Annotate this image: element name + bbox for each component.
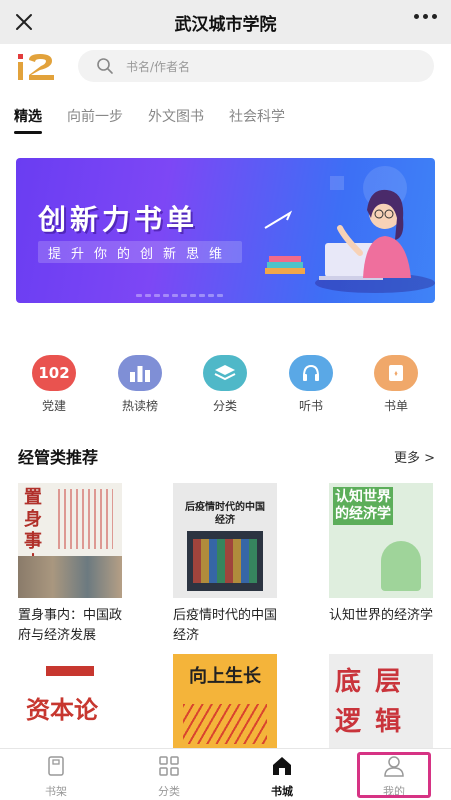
quick-link-category[interactable]: 分类 — [190, 355, 260, 414]
tab-featured[interactable]: 精选 — [14, 106, 42, 134]
book-cover: 底层逻辑 — [329, 654, 433, 748]
more-link[interactable]: 更多 > — [394, 447, 435, 466]
quick-link-ranking[interactable]: 热读榜 — [105, 355, 175, 414]
category-grid-icon — [159, 756, 179, 776]
search-placeholder: 书名/作者名 — [126, 59, 191, 74]
book-card[interactable]: 底层逻辑 — [329, 654, 433, 748]
section-header: 经管类推荐 更多 > — [18, 444, 435, 468]
book-cover: 资本论 — [18, 654, 122, 748]
title-bar: 武汉城市学院 — [0, 0, 451, 44]
quick-link-party[interactable]: 102 党建 — [19, 355, 89, 414]
tab-foreign-books[interactable]: 外文图书 — [148, 106, 204, 126]
nav-category[interactable]: 分类 — [139, 755, 199, 799]
book-card[interactable]: 后疫情时代的中国经济 后疫情时代的中国经济 — [173, 483, 277, 646]
quick-link-audiobook[interactable]: 听书 — [276, 355, 346, 414]
search-input[interactable]: 书名/作者名 — [78, 50, 434, 82]
booklist-icon — [374, 355, 418, 391]
book-card[interactable]: 认知世界的经济学 认知世界的经济学 — [329, 483, 433, 626]
book-card[interactable]: 置身事内 置身事内：中国政府与经济发展 — [18, 483, 122, 646]
book-title: 认知世界的经济学 — [329, 608, 434, 623]
more-options-icon[interactable] — [414, 14, 437, 19]
tab-social-science[interactable]: 社会科学 — [229, 106, 285, 126]
home-icon — [273, 757, 291, 775]
banner-subtitle: 提升你的创新思维 — [38, 241, 243, 263]
promo-banner[interactable]: 创新力书单 提升你的创新思维 — [16, 158, 435, 303]
headphones-icon — [289, 355, 333, 391]
book-cover: 后疫情时代的中国经济 — [173, 483, 277, 598]
layers-icon — [203, 355, 247, 391]
highlight-frame — [357, 752, 431, 798]
bookshelf-icon — [48, 756, 64, 776]
search-icon — [97, 58, 113, 74]
banner-pagination — [136, 294, 223, 297]
quick-link-booklist[interactable]: 书单 — [361, 355, 431, 414]
section-title: 经管类推荐 — [18, 448, 99, 467]
book-title: 置身事内：中国政府与经济发展 — [18, 608, 123, 643]
search-row: 书名/作者名 — [0, 44, 451, 90]
reader-illustration — [264, 166, 435, 293]
page-title: 武汉城市学院 — [174, 14, 277, 35]
nav-bookstore[interactable]: 书城 — [252, 755, 312, 799]
ranking-icon — [118, 355, 162, 391]
tab-step-forward[interactable]: 向前一步 — [67, 106, 123, 126]
book-cover: 认知世界的经济学 — [329, 483, 433, 598]
party-badge-icon: 102 — [32, 355, 76, 391]
close-icon[interactable] — [12, 10, 36, 34]
book-cover: 向上生长 — [173, 654, 277, 748]
book-card[interactable]: 向上生长 — [173, 654, 277, 748]
book-title: 后疫情时代的中国经济 — [173, 608, 278, 643]
book-cover: 置身事内 — [18, 483, 122, 598]
category-tabs: 精选 向前一步 外文图书 社会科学 — [14, 106, 310, 134]
app-logo — [18, 54, 54, 80]
book-card[interactable]: 资本论 — [18, 654, 122, 748]
banner-title: 创新力书单 — [38, 203, 199, 236]
quick-links: 102 党建 热读榜 分类 听书 书单 — [0, 355, 451, 415]
nav-bookshelf[interactable]: 书架 — [26, 755, 86, 799]
